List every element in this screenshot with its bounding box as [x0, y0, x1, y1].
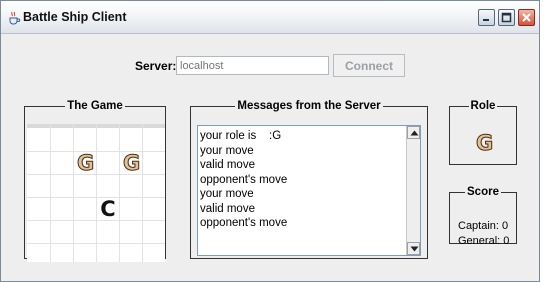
messages-textarea[interactable]: your role is :G your move valid move opp… [197, 125, 421, 256]
role-piece: G [475, 131, 494, 155]
grid-line [50, 124, 51, 262]
arrow-down-icon [410, 246, 419, 252]
grid-line [27, 174, 165, 175]
arrow-up-icon [410, 130, 419, 136]
general-score: General: 0 [458, 235, 510, 247]
message-line: valid move [200, 159, 255, 171]
maximize-button[interactable] [498, 9, 515, 26]
role-panel-title: Role [470, 100, 496, 112]
java-cup-icon [9, 11, 21, 25]
general-piece[interactable]: G [122, 151, 141, 175]
grid-line [119, 124, 120, 262]
close-button[interactable] [518, 9, 535, 26]
grid-line [27, 151, 165, 152]
game-panel-title: The Game [67, 100, 123, 112]
grid-line [27, 197, 165, 198]
scroll-down-button[interactable] [407, 242, 420, 255]
captain-piece-label: C [100, 197, 116, 221]
message-line: opponent's move [200, 173, 288, 186]
grid-line [27, 220, 165, 221]
scroll-up-button[interactable] [407, 126, 420, 139]
general-piece-label: G [76, 151, 95, 175]
captain-score: Captain: 0 [458, 220, 509, 232]
message-line: opponent's move [200, 217, 288, 229]
maximize-icon [501, 12, 512, 23]
general-piece-label: G [122, 151, 141, 175]
window-title: Battle Ship Client [23, 10, 127, 24]
message-line: your role is :G [200, 130, 282, 142]
grid-line [27, 243, 165, 244]
messages-list: your role is :G your move valid move opp… [200, 129, 405, 231]
game-panel: The Game G G C [24, 100, 166, 262]
role-value: G [475, 131, 494, 155]
general-piece[interactable]: G [76, 151, 95, 175]
game-board[interactable]: G G C [27, 124, 165, 262]
messages-scrollbar[interactable] [406, 126, 420, 255]
server-input[interactable] [176, 56, 329, 75]
minimize-button[interactable] [478, 9, 495, 26]
server-label: Server: [135, 59, 177, 73]
score-panel: Score Captain: 0 General: 0 [449, 186, 517, 247]
message-line: your move [200, 144, 254, 157]
connect-button[interactable]: Connect [333, 54, 405, 77]
message-line: your move [200, 188, 254, 200]
grid-line [96, 124, 97, 262]
battleship-client-window: Battle Ship Client Server: Connect The G… [0, 0, 540, 282]
messages-panel-title: Messages from the Server [237, 100, 381, 112]
close-icon [522, 13, 531, 22]
grid-line [142, 124, 143, 262]
role-panel: Role G [449, 100, 517, 165]
messages-panel: Messages from the Server your role is :G… [190, 100, 428, 259]
message-line: valid move [200, 202, 255, 215]
score-panel-title: Score [467, 186, 499, 198]
captain-piece[interactable]: C [100, 198, 116, 220]
grid-line [73, 124, 74, 262]
title-bar[interactable]: Battle Ship Client [1, 1, 539, 34]
minimize-icon [483, 19, 489, 21]
